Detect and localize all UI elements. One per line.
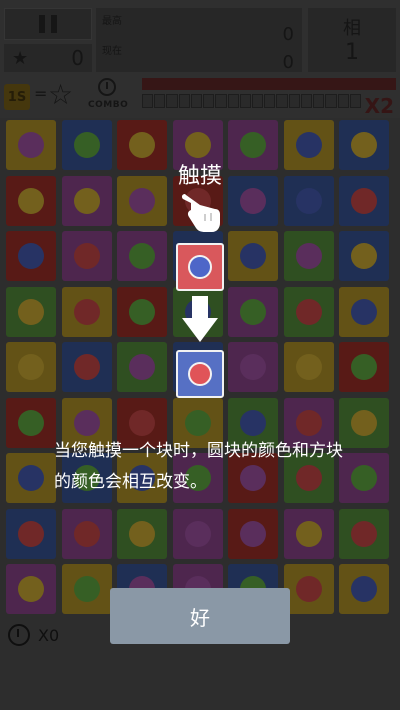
demo-circle-before xyxy=(188,255,212,279)
demo-tile-before xyxy=(176,243,224,291)
tutorial-title: 触摸 xyxy=(177,164,222,189)
tutorial-overlay: 触摸 当您触摸一个块时，圆块的颜色和方块的颜色会相互改变。 好 xyxy=(0,0,400,710)
demo-circle-after xyxy=(188,362,212,386)
arrow-down-icon xyxy=(182,296,218,342)
ok-button[interactable]: 好 xyxy=(110,588,290,644)
pointing-hand-icon xyxy=(181,194,220,232)
demo-tile-after xyxy=(176,350,224,398)
tutorial-description: 当您触摸一个块时，圆块的颜色和方块的颜色会相互改变。 xyxy=(54,441,343,492)
